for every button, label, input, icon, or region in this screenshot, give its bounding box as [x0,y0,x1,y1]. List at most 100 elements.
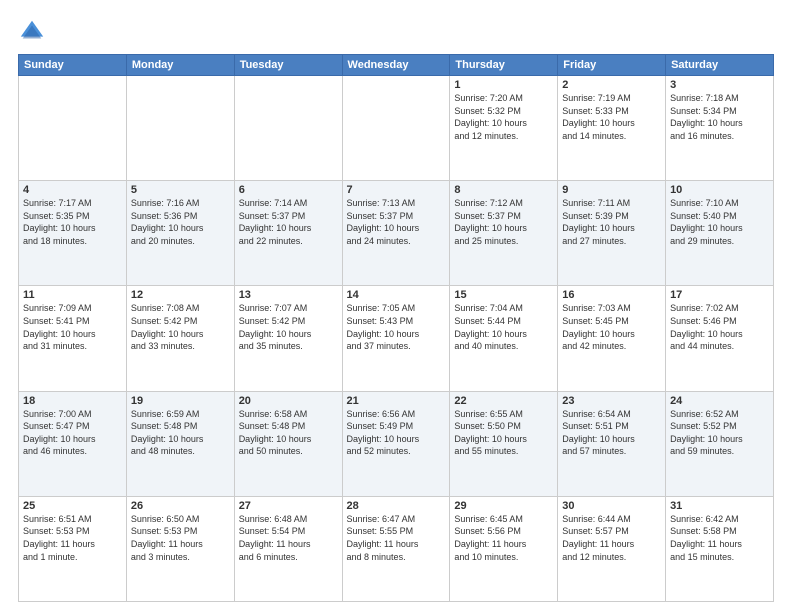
day-info: Sunrise: 6:47 AM Sunset: 5:55 PM Dayligh… [347,513,446,563]
day-number: 10 [670,184,769,196]
calendar-header-row: SundayMondayTuesdayWednesdayThursdayFrid… [19,55,774,76]
day-number: 26 [131,500,230,512]
header-monday: Monday [126,55,234,76]
calendar-day-11: 11Sunrise: 7:09 AM Sunset: 5:41 PM Dayli… [19,286,127,391]
day-info: Sunrise: 7:17 AM Sunset: 5:35 PM Dayligh… [23,197,122,247]
day-number: 14 [347,289,446,301]
calendar-day-20: 20Sunrise: 6:58 AM Sunset: 5:48 PM Dayli… [234,391,342,496]
day-info: Sunrise: 7:12 AM Sunset: 5:37 PM Dayligh… [454,197,553,247]
calendar-week-row: 4Sunrise: 7:17 AM Sunset: 5:35 PM Daylig… [19,181,774,286]
day-number: 25 [23,500,122,512]
header-thursday: Thursday [450,55,558,76]
header-saturday: Saturday [666,55,774,76]
calendar-day-21: 21Sunrise: 6:56 AM Sunset: 5:49 PM Dayli… [342,391,450,496]
calendar-day-19: 19Sunrise: 6:59 AM Sunset: 5:48 PM Dayli… [126,391,234,496]
calendar-empty-cell [126,76,234,181]
day-info: Sunrise: 7:09 AM Sunset: 5:41 PM Dayligh… [23,302,122,352]
day-number: 2 [562,79,661,91]
calendar-day-1: 1Sunrise: 7:20 AM Sunset: 5:32 PM Daylig… [450,76,558,181]
calendar-week-row: 25Sunrise: 6:51 AM Sunset: 5:53 PM Dayli… [19,496,774,601]
day-number: 6 [239,184,338,196]
day-number: 4 [23,184,122,196]
day-number: 13 [239,289,338,301]
day-info: Sunrise: 6:48 AM Sunset: 5:54 PM Dayligh… [239,513,338,563]
header-friday: Friday [558,55,666,76]
calendar-day-29: 29Sunrise: 6:45 AM Sunset: 5:56 PM Dayli… [450,496,558,601]
day-number: 1 [454,79,553,91]
day-info: Sunrise: 7:14 AM Sunset: 5:37 PM Dayligh… [239,197,338,247]
day-info: Sunrise: 7:13 AM Sunset: 5:37 PM Dayligh… [347,197,446,247]
calendar-day-4: 4Sunrise: 7:17 AM Sunset: 5:35 PM Daylig… [19,181,127,286]
day-number: 27 [239,500,338,512]
day-number: 17 [670,289,769,301]
calendar-day-8: 8Sunrise: 7:12 AM Sunset: 5:37 PM Daylig… [450,181,558,286]
day-info: Sunrise: 6:56 AM Sunset: 5:49 PM Dayligh… [347,408,446,458]
day-info: Sunrise: 7:10 AM Sunset: 5:40 PM Dayligh… [670,197,769,247]
header-wednesday: Wednesday [342,55,450,76]
calendar-day-28: 28Sunrise: 6:47 AM Sunset: 5:55 PM Dayli… [342,496,450,601]
day-number: 19 [131,395,230,407]
calendar-day-18: 18Sunrise: 7:00 AM Sunset: 5:47 PM Dayli… [19,391,127,496]
calendar-day-9: 9Sunrise: 7:11 AM Sunset: 5:39 PM Daylig… [558,181,666,286]
calendar-day-30: 30Sunrise: 6:44 AM Sunset: 5:57 PM Dayli… [558,496,666,601]
calendar-empty-cell [342,76,450,181]
day-info: Sunrise: 6:58 AM Sunset: 5:48 PM Dayligh… [239,408,338,458]
header [18,18,774,46]
day-info: Sunrise: 7:07 AM Sunset: 5:42 PM Dayligh… [239,302,338,352]
day-info: Sunrise: 7:03 AM Sunset: 5:45 PM Dayligh… [562,302,661,352]
day-info: Sunrise: 7:04 AM Sunset: 5:44 PM Dayligh… [454,302,553,352]
day-info: Sunrise: 6:42 AM Sunset: 5:58 PM Dayligh… [670,513,769,563]
day-info: Sunrise: 7:02 AM Sunset: 5:46 PM Dayligh… [670,302,769,352]
day-info: Sunrise: 7:08 AM Sunset: 5:42 PM Dayligh… [131,302,230,352]
day-info: Sunrise: 7:20 AM Sunset: 5:32 PM Dayligh… [454,92,553,142]
day-number: 24 [670,395,769,407]
day-number: 8 [454,184,553,196]
day-number: 5 [131,184,230,196]
day-info: Sunrise: 6:59 AM Sunset: 5:48 PM Dayligh… [131,408,230,458]
day-info: Sunrise: 6:52 AM Sunset: 5:52 PM Dayligh… [670,408,769,458]
day-number: 16 [562,289,661,301]
day-number: 28 [347,500,446,512]
day-number: 23 [562,395,661,407]
calendar-day-24: 24Sunrise: 6:52 AM Sunset: 5:52 PM Dayli… [666,391,774,496]
calendar-day-23: 23Sunrise: 6:54 AM Sunset: 5:51 PM Dayli… [558,391,666,496]
day-info: Sunrise: 7:18 AM Sunset: 5:34 PM Dayligh… [670,92,769,142]
day-info: Sunrise: 7:19 AM Sunset: 5:33 PM Dayligh… [562,92,661,142]
day-info: Sunrise: 7:16 AM Sunset: 5:36 PM Dayligh… [131,197,230,247]
calendar-day-13: 13Sunrise: 7:07 AM Sunset: 5:42 PM Dayli… [234,286,342,391]
day-number: 18 [23,395,122,407]
calendar-week-row: 11Sunrise: 7:09 AM Sunset: 5:41 PM Dayli… [19,286,774,391]
day-number: 31 [670,500,769,512]
page: SundayMondayTuesdayWednesdayThursdayFrid… [0,0,792,612]
day-number: 29 [454,500,553,512]
logo-icon [18,18,46,46]
calendar-day-3: 3Sunrise: 7:18 AM Sunset: 5:34 PM Daylig… [666,76,774,181]
calendar-day-25: 25Sunrise: 6:51 AM Sunset: 5:53 PM Dayli… [19,496,127,601]
calendar-day-17: 17Sunrise: 7:02 AM Sunset: 5:46 PM Dayli… [666,286,774,391]
day-info: Sunrise: 7:05 AM Sunset: 5:43 PM Dayligh… [347,302,446,352]
header-tuesday: Tuesday [234,55,342,76]
logo [18,18,50,46]
day-info: Sunrise: 7:11 AM Sunset: 5:39 PM Dayligh… [562,197,661,247]
day-number: 30 [562,500,661,512]
day-number: 12 [131,289,230,301]
day-info: Sunrise: 6:44 AM Sunset: 5:57 PM Dayligh… [562,513,661,563]
day-number: 15 [454,289,553,301]
calendar-day-2: 2Sunrise: 7:19 AM Sunset: 5:33 PM Daylig… [558,76,666,181]
calendar-day-14: 14Sunrise: 7:05 AM Sunset: 5:43 PM Dayli… [342,286,450,391]
day-number: 11 [23,289,122,301]
calendar-day-12: 12Sunrise: 7:08 AM Sunset: 5:42 PM Dayli… [126,286,234,391]
day-number: 21 [347,395,446,407]
header-sunday: Sunday [19,55,127,76]
calendar-day-5: 5Sunrise: 7:16 AM Sunset: 5:36 PM Daylig… [126,181,234,286]
calendar-week-row: 18Sunrise: 7:00 AM Sunset: 5:47 PM Dayli… [19,391,774,496]
day-info: Sunrise: 6:54 AM Sunset: 5:51 PM Dayligh… [562,408,661,458]
calendar-day-16: 16Sunrise: 7:03 AM Sunset: 5:45 PM Dayli… [558,286,666,391]
day-number: 9 [562,184,661,196]
day-info: Sunrise: 6:55 AM Sunset: 5:50 PM Dayligh… [454,408,553,458]
calendar-day-10: 10Sunrise: 7:10 AM Sunset: 5:40 PM Dayli… [666,181,774,286]
calendar-day-27: 27Sunrise: 6:48 AM Sunset: 5:54 PM Dayli… [234,496,342,601]
calendar-day-15: 15Sunrise: 7:04 AM Sunset: 5:44 PM Dayli… [450,286,558,391]
day-number: 22 [454,395,553,407]
day-info: Sunrise: 7:00 AM Sunset: 5:47 PM Dayligh… [23,408,122,458]
